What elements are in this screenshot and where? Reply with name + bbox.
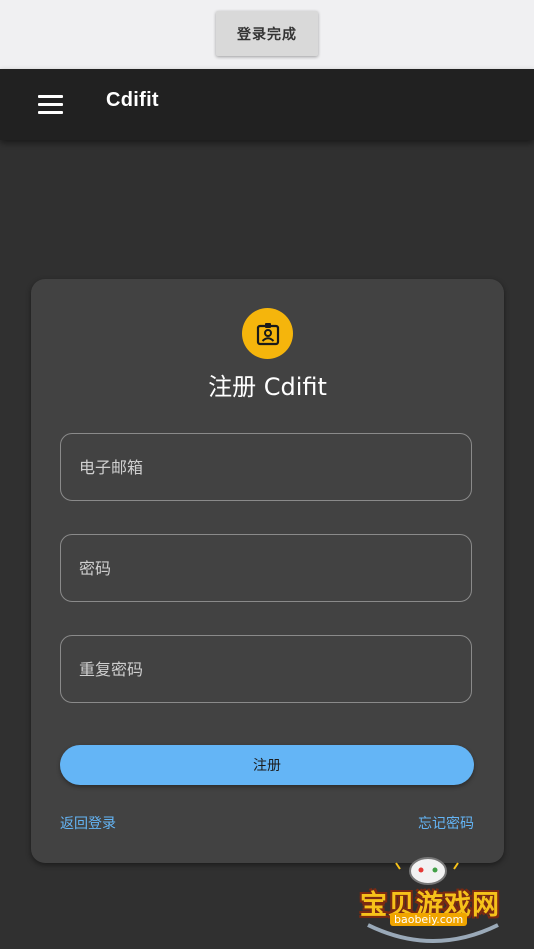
repeat-password-input[interactable]: [61, 636, 471, 702]
email-field[interactable]: [60, 433, 472, 501]
watermark-url: baobeiy.com: [390, 913, 468, 926]
app-bar: Cdifit: [0, 69, 534, 140]
top-strip: 登录完成: [0, 0, 534, 69]
menu-icon[interactable]: [38, 95, 63, 115]
contact-badge-icon: [242, 308, 293, 359]
password-input[interactable]: [61, 535, 471, 601]
back-to-login-link[interactable]: 返回登录: [60, 813, 116, 833]
forgot-password-link[interactable]: 忘记密码: [418, 813, 474, 833]
app-title: Cdifit: [106, 89, 159, 111]
register-card: 注册 Cdifit 注册 返回登录 忘记密码: [31, 279, 504, 863]
watermark: 宝贝游戏网 baobeiy.com: [358, 855, 508, 945]
password-field[interactable]: [60, 534, 472, 602]
email-input[interactable]: [61, 434, 471, 500]
register-button[interactable]: 注册: [60, 745, 474, 785]
register-title: 注册 Cdifit: [208, 373, 327, 401]
login-done-button[interactable]: 登录完成: [216, 11, 318, 56]
repeat-password-field[interactable]: [60, 635, 472, 703]
